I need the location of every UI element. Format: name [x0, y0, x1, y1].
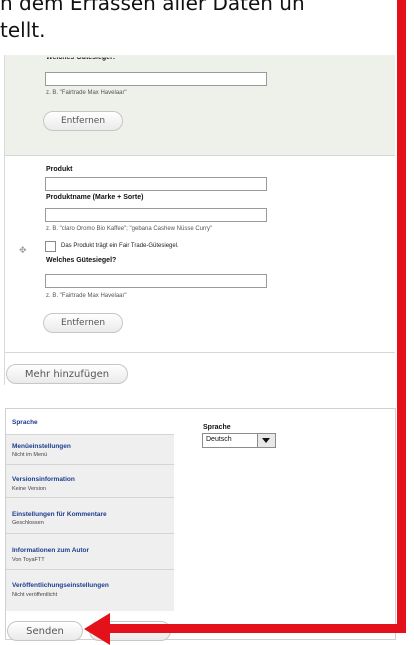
vtab-veroeffentlichung[interactable]: Veröffentlichungseinstellungen Nicht ver… — [6, 570, 174, 611]
seal-label-2: Welches Gütesiegel? — [46, 257, 117, 264]
vtab-title: Veröffentlichungseinstellungen — [12, 582, 109, 589]
vtab-title: Einstellungen für Kommentare — [12, 511, 107, 518]
intro-line-1: n dem Erfassen aller Daten un — [0, 0, 305, 15]
chevron-down-icon[interactable] — [257, 434, 275, 447]
seal-label-1: Welches Gütesiegel? — [46, 54, 117, 62]
fair-trade-checkbox-label: Das Produkt trägt ein Fair Trade-Gütesie… — [61, 243, 179, 249]
language-select[interactable]: Deutsch — [202, 433, 276, 448]
vtab-title: Versionsinformation — [12, 476, 75, 483]
annotation-arrow-shaft-vertical — [397, 0, 406, 626]
vtab-autor[interactable]: Informationen zum Autor Von ToyaFTT — [6, 534, 174, 570]
product-name-hint: z. B. "claro Oromo Bio Kaffee"; "gebana … — [46, 226, 213, 232]
language-select-value: Deutsch — [206, 436, 232, 443]
intro-line-2: tellt. — [0, 18, 46, 42]
annotation-arrow-shaft-horizontal — [105, 624, 406, 633]
seal-input-1[interactable] — [45, 72, 267, 86]
seal-input-2[interactable] — [45, 274, 267, 288]
vtab-summary: Geschlossen — [12, 520, 44, 526]
submit-button[interactable]: Senden — [7, 621, 83, 641]
vtab-title: Sprache — [12, 419, 38, 426]
product-input[interactable] — [45, 177, 267, 191]
vtab-summary: Nicht im Menü — [12, 452, 48, 458]
remove-button-2[interactable]: Entfernen — [43, 313, 123, 333]
remove-button-1[interactable]: Entfernen — [43, 111, 123, 131]
vtab-versionsinformation[interactable]: Versionsinformation Keine Version — [6, 465, 174, 498]
vtab-title: Menüeinstellungen — [12, 443, 71, 450]
vtab-summary: Keine Version — [12, 486, 46, 492]
vtab-sprache[interactable]: Sprache — [6, 409, 174, 435]
seal-hint-2: z. B. "Fairtrade Max Havelaar" — [46, 293, 127, 299]
vtab-title: Informationen zum Autor — [12, 547, 90, 554]
field-item-2: Produkt Produktname (Marke + Sorte) z. B… — [5, 156, 395, 353]
product-name-input[interactable] — [45, 208, 267, 222]
vtab-summary: Nicht veröffentlicht — [12, 592, 58, 598]
vtab-kommentare[interactable]: Einstellungen für Kommentare Geschlossen — [6, 498, 174, 534]
intro-text: n dem Erfassen aller Daten un tellt. — [0, 0, 400, 60]
move-cross-icon[interactable]: ✥ — [19, 246, 27, 256]
product-name-label: Produktname (Marke + Sorte) — [46, 194, 144, 201]
vtab-summary: Von ToyaFTT — [12, 557, 45, 563]
fair-trade-checkbox[interactable] — [45, 241, 56, 252]
vtab-menueinstellungen[interactable]: Menüeinstellungen Nicht im Menü — [6, 435, 174, 465]
field-item-1: Welches Gütesiegel? z. B. "Fairtrade Max… — [5, 55, 395, 156]
add-more-button[interactable]: Mehr hinzufügen — [6, 364, 128, 384]
product-label: Produkt — [46, 166, 73, 173]
seal-hint-1: z. B. "Fairtrade Max Havelaar" — [46, 90, 127, 96]
annotation-arrow-head-icon — [84, 613, 110, 645]
language-label: Sprache — [203, 424, 231, 431]
